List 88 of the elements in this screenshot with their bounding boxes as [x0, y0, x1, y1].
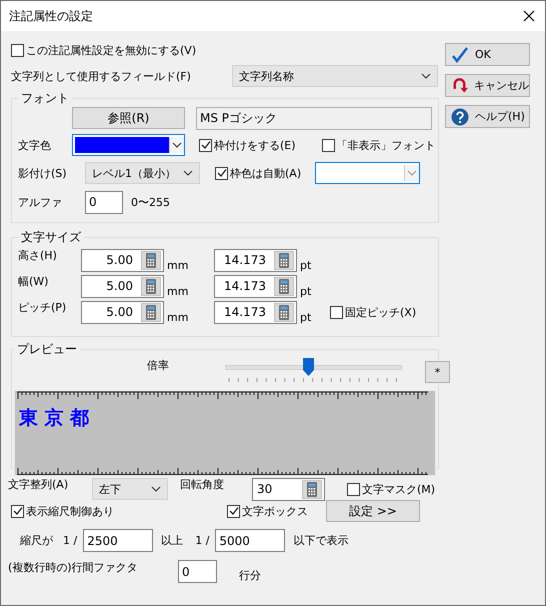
pt-field[interactable]: 14.173	[214, 300, 297, 324]
help-button[interactable]: ヘルプ(H)	[445, 105, 530, 128]
auto-outline-color-checkbox[interactable]: 枠色は自動(A)	[215, 166, 302, 180]
mm-field[interactable]: 5.00	[81, 300, 164, 324]
scale-suffix-text: 以下で表示	[293, 533, 348, 548]
reset-zoom-button[interactable]: *	[425, 361, 450, 383]
font-name-field[interactable]: MS Pゴシック	[196, 106, 432, 130]
zoom-label: 倍率	[147, 358, 169, 373]
settings-button[interactable]: 設定 >>	[326, 500, 420, 522]
sample-text: 東 京 都	[19, 406, 90, 431]
line-spacing-field[interactable]: 0	[178, 560, 217, 583]
shadow-dropdown[interactable]: レベル1（最小）	[85, 162, 200, 184]
color-dropdown[interactable]	[72, 134, 185, 156]
line-spacing-unit: 行分	[239, 568, 261, 583]
checkmark-icon	[228, 506, 238, 516]
group-title: プレビュー	[16, 341, 78, 358]
calculator-icon[interactable]	[274, 302, 294, 322]
help-icon	[451, 108, 469, 126]
unit-label: pt	[299, 259, 312, 272]
u-turn-arrow-icon	[451, 76, 468, 94]
pt-field[interactable]: 14.173	[214, 274, 297, 298]
alpha-range-text: 0〜255	[131, 194, 170, 210]
checkmark-icon	[451, 46, 469, 62]
outline-color-dropdown[interactable]	[315, 162, 420, 184]
checkmark-icon	[216, 168, 226, 178]
scale-prefix-text: 縮尺が	[20, 533, 53, 548]
calculator-icon[interactable]	[141, 276, 161, 296]
alignment-dropdown[interactable]: 左下	[92, 478, 168, 500]
unit-label: mm	[166, 311, 190, 324]
value-input[interactable]: 5.00	[82, 305, 141, 319]
min-scale-field[interactable]: 2500	[83, 529, 154, 552]
value-input[interactable]: 5.00	[82, 253, 141, 267]
rotation-field[interactable]: 30	[252, 478, 325, 500]
hidden-font-checkbox[interactable]: 「非表示」フォント	[322, 138, 436, 152]
value-input[interactable]: 14.173	[215, 305, 274, 319]
ok-button[interactable]: OK	[445, 43, 530, 66]
unit-label: pt	[299, 311, 312, 324]
unit-label: mm	[166, 259, 190, 272]
scale-control-checkbox[interactable]: 表示縮尺制御あり	[11, 504, 114, 518]
field-dropdown[interactable]: 文字列名称	[232, 65, 438, 87]
mm-field[interactable]: 5.00	[81, 248, 164, 272]
value-input[interactable]: 30	[253, 482, 302, 496]
size-label: ピッチ(P)	[18, 300, 68, 315]
size-label: 幅(W)	[18, 274, 50, 289]
calculator-icon[interactable]	[141, 302, 161, 322]
group-title: 文字サイズ	[20, 229, 82, 246]
rotation-label: 回転角度	[180, 477, 225, 492]
checkmark-icon	[200, 140, 210, 150]
group-title: フォント	[20, 90, 70, 107]
calculator-icon[interactable]	[141, 250, 161, 270]
mm-field[interactable]: 5.00	[81, 274, 164, 298]
outline-checkbox[interactable]: 枠付けをする(E)	[199, 138, 296, 152]
text-mask-checkbox[interactable]: 文字マスク(M)	[347, 482, 436, 496]
checkmark-icon	[12, 506, 22, 516]
value-input[interactable]: 5.00	[82, 279, 141, 293]
fixed-pitch-checkbox[interactable]: 固定ピッチ(X)	[330, 304, 416, 320]
color-label: 文字色	[18, 138, 52, 152]
disable-checkbox[interactable]: この注記属性設定を無効にする(V)	[11, 42, 196, 58]
max-scale-field[interactable]: 5000	[215, 529, 286, 552]
between-text: 以上	[161, 533, 184, 548]
value-input[interactable]: 14.173	[215, 253, 274, 267]
cancel-button[interactable]: キャンセル	[445, 74, 530, 97]
chevron-down-icon	[421, 73, 431, 79]
ratio-text: 1 /	[63, 534, 78, 547]
alignment-label: 文字整列(A)	[8, 477, 70, 492]
close-icon[interactable]	[523, 10, 535, 22]
field-label: 文字列として使用するフィールド(F)	[11, 68, 192, 84]
browse-button[interactable]: 参照(R)	[72, 107, 185, 129]
calculator-icon[interactable]	[302, 480, 322, 498]
chevron-down-icon	[172, 142, 182, 148]
calculator-icon[interactable]	[274, 250, 294, 270]
chevron-down-icon	[407, 170, 418, 176]
line-spacing-label: (複数行時の)行間ファクタ	[8, 560, 139, 575]
ratio-text: 1 /	[195, 534, 210, 547]
value-input[interactable]: 14.173	[215, 279, 274, 293]
pt-field[interactable]: 14.173	[214, 248, 297, 272]
slider-thumb[interactable]	[303, 358, 314, 376]
text-box-checkbox[interactable]: 文字ボックス	[227, 504, 308, 518]
shadow-label: 影付け(S)	[18, 166, 68, 180]
size-label: 高さ(H)	[18, 248, 58, 263]
unit-label: pt	[299, 285, 312, 298]
alpha-label: アルファ	[18, 194, 63, 210]
chevron-down-icon	[151, 486, 161, 492]
unit-label: mm	[166, 285, 190, 298]
alpha-field[interactable]: 0	[85, 190, 123, 214]
window-title: 注記属性の設定	[9, 8, 93, 24]
calculator-icon[interactable]	[274, 276, 294, 296]
chevron-down-icon	[183, 170, 193, 176]
